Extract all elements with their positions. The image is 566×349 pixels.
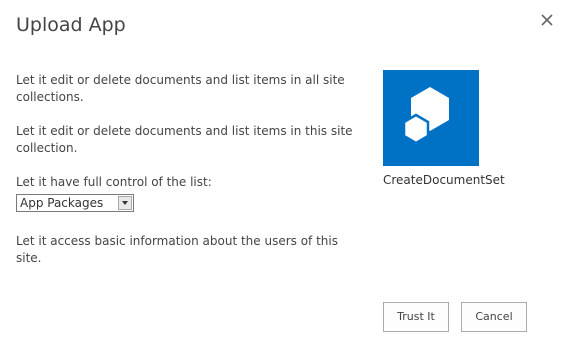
permission-user-info: Let it access basic information about th…	[16, 234, 338, 265]
permission-list-full-control: Let it have full control of the list:	[16, 175, 212, 189]
app-tile	[383, 70, 479, 166]
trust-it-button[interactable]: Trust It	[383, 302, 449, 332]
permission-this-site-collection: Let it edit or delete documents and list…	[16, 124, 353, 155]
list-select-value: App Packages	[20, 196, 104, 210]
close-icon	[541, 14, 553, 26]
app-tile-icon	[383, 70, 479, 166]
app-name: CreateDocumentSet	[383, 173, 505, 187]
small-hexagon-shape	[402, 113, 430, 145]
dropdown-arrow-icon[interactable]	[118, 196, 132, 210]
cancel-button[interactable]: Cancel	[461, 302, 527, 332]
dialog-title: Upload App	[16, 14, 126, 36]
list-select[interactable]: App Packages	[16, 194, 134, 212]
close-button[interactable]	[536, 9, 558, 31]
permission-all-site-collections: Let it edit or delete documents and list…	[16, 73, 345, 104]
